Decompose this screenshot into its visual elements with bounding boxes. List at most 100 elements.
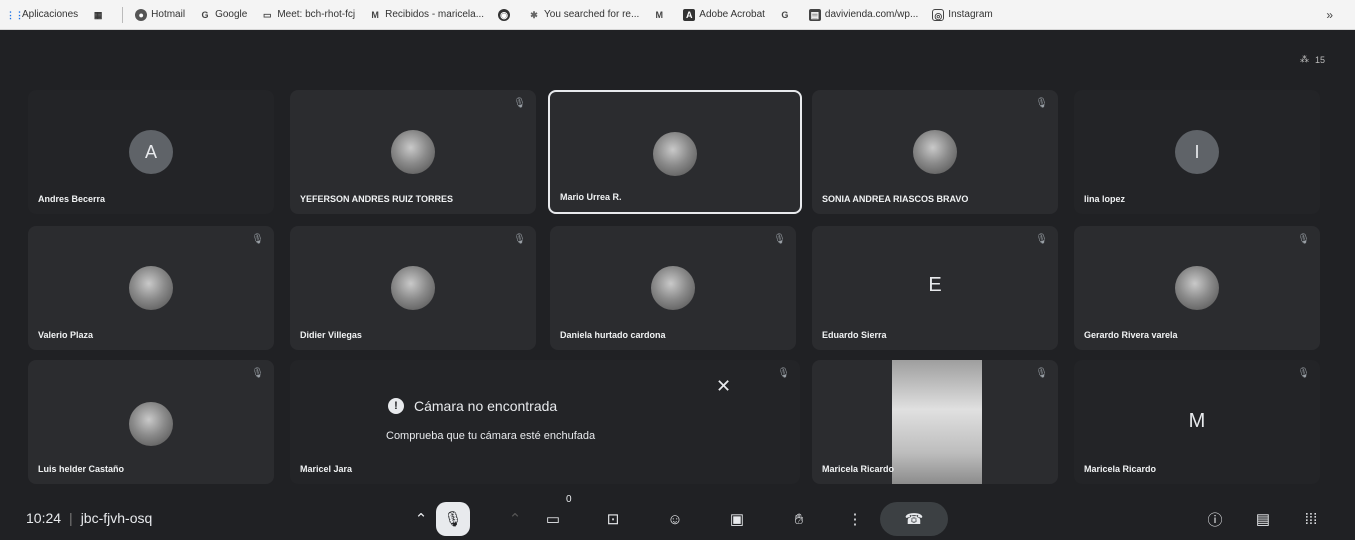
people-count: 15 — [1314, 54, 1325, 65]
globe-icon: ◉ — [498, 8, 511, 21]
participant-tile[interactable]: 🎙︎ M Maricela Ricardo — [1074, 360, 1320, 484]
avatar — [129, 266, 173, 310]
mic-off-icon: 🎙︎ — [1035, 98, 1048, 109]
bookmark-gmail-recibidos[interactable]: M Recibidos - maricela... — [369, 9, 484, 21]
divider: | — [69, 510, 73, 526]
chevron-up-icon: ⌃ — [414, 511, 428, 528]
davivienda-icon: ▤ — [808, 8, 821, 21]
mic-off-icon: 🎙︎ — [251, 368, 264, 379]
leave-call-button[interactable]: ☎︎ — [880, 502, 948, 536]
bookmark-label: Google — [215, 9, 248, 20]
bookmark-google[interactable]: G Google — [199, 9, 248, 21]
bookmark-davivienda[interactable]: ▤ davivienda.com/wp... — [808, 8, 919, 21]
bookmark-aplicaciones[interactable]: ⋮⋮ Aplicaciones — [6, 9, 78, 21]
captions-button[interactable]: ▣ — [720, 502, 754, 536]
bookmark-search-result[interactable]: ✱ You searched for re... — [528, 9, 639, 21]
participant-tile[interactable]: 🎙︎ Luis helder Castaño — [28, 360, 274, 484]
control-bar: 10:24 | jbc-fjvh-osq ⌃ 🎙︎ ⌃ ▭ 0 ⊡ ☺ ▣ ✋︎ ⋮… — [0, 494, 1355, 540]
raise-hand-button[interactable]: ✋︎ — [782, 502, 816, 536]
participant-tile[interactable]: 🎙︎ Maricela Ricardo — [812, 360, 1058, 484]
search-result-icon: ✱ — [530, 9, 538, 20]
bookmark-instagram[interactable]: ◎ Instagram — [932, 8, 993, 21]
participant-tile[interactable]: 🎙︎ SONIA ANDREA RIASCOS BRAVO — [812, 90, 1058, 214]
camera-badge: 0 — [566, 494, 572, 505]
camera-icon: ▭ — [545, 511, 561, 528]
hang-up-icon: ☎︎ — [904, 511, 924, 528]
meeting-area: ⁂ 15 A Andres Becerra 🎙︎ YEFERSON ANDRES… — [0, 30, 1355, 540]
participant-name: Maricela Ricardo — [1084, 464, 1157, 474]
bookmark-google-2[interactable]: G — [779, 9, 795, 21]
mic-off-icon: 🎙︎ — [773, 234, 786, 245]
bookmark-label: Instagram — [948, 9, 993, 20]
bookmarks-overflow-button[interactable]: » — [1326, 8, 1333, 22]
more-options-button[interactable]: ⋮ — [838, 502, 872, 536]
bookmark-hotmail[interactable]: ● Hotmail — [135, 8, 185, 21]
mic-off-icon: 🎙︎ — [251, 234, 264, 245]
people-icon: ⁂ — [1299, 54, 1309, 64]
bookmark-gmail[interactable]: M — [653, 9, 669, 21]
hand-icon: ✋︎ — [794, 510, 804, 528]
meeting-details-button[interactable]: ⓘ — [1198, 502, 1232, 536]
participant-tile[interactable]: 🎙︎ Gerardo Rivera varela — [1074, 226, 1320, 350]
bookmark-meet[interactable]: ▭ Meet: bch-rhot-fcj — [261, 9, 355, 21]
avatar-letter: M — [1188, 410, 1206, 432]
audio-options-button[interactable]: ⌃ — [404, 502, 438, 536]
camera-toggle-button[interactable]: ▭ — [536, 502, 570, 536]
bookmark-acrobat[interactable]: A Adobe Acrobat — [683, 8, 765, 21]
avatar-letter: E — [928, 274, 942, 296]
participant-name: SONIA ANDREA RIASCOS BRAVO — [822, 194, 969, 204]
participant-name: lina lopez — [1084, 194, 1126, 204]
participant-tile[interactable]: 🎙︎ Didier Villegas — [290, 226, 536, 350]
participant-name: Mario Urrea R. — [560, 192, 622, 202]
apps-grid-icon: ⁞⁞⁞ — [1304, 510, 1318, 528]
participant-name: Daniela hurtado cardona — [560, 330, 666, 340]
video-options-button[interactable]: ⌃ — [498, 502, 532, 536]
participant-name: Gerardo Rivera varela — [1084, 330, 1178, 340]
participant-tile-active[interactable]: Mario Urrea R. — [548, 90, 802, 214]
bookmark-grid[interactable]: ▦ — [92, 9, 108, 21]
bookmark-globe[interactable]: ◉ — [498, 8, 514, 21]
bookmark-label: davivienda.com/wp... — [824, 9, 919, 20]
bookmarks-bar: ⋮⋮ Aplicaciones ▦ ● Hotmail G Google ▭ M… — [0, 0, 1355, 30]
avatar: I — [1175, 130, 1219, 174]
google-icon: G — [781, 9, 789, 20]
avatar — [651, 266, 695, 310]
reactions-button[interactable]: ☺ — [658, 502, 692, 536]
participant-name: YEFERSON ANDRES RUIZ TORRES — [300, 194, 454, 204]
mic-off-icon: 🎙︎ — [1035, 368, 1048, 379]
present-screen-button[interactable]: ⊡ — [596, 502, 630, 536]
toast-title: Cámara no encontrada — [414, 398, 558, 414]
avatar — [391, 130, 435, 174]
participant-tile[interactable]: 🎙︎ Daniela hurtado cardona — [550, 226, 796, 350]
chevron-up-icon: ⌃ — [508, 511, 522, 528]
camera-not-found-toast: ! Cámara no encontrada Comprueba que tu … — [380, 370, 740, 450]
participant-name: Maricela Ricardo — [822, 464, 895, 474]
participants-indicator[interactable]: ⁂ 15 — [1300, 54, 1325, 65]
chat-icon: ▤ — [1255, 511, 1271, 528]
participant-tile[interactable]: 🎙︎ YEFERSON ANDRES RUIZ TORRES — [290, 90, 536, 214]
avatar — [129, 402, 173, 446]
bookmark-label: Meet: bch-rhot-fcj — [277, 9, 356, 20]
participant-tile[interactable]: A Andres Becerra — [28, 90, 274, 214]
captions-icon: ▣ — [729, 511, 745, 528]
microphone-toggle-button[interactable]: 🎙︎ — [436, 502, 470, 536]
clock-time: 10:24 — [26, 510, 62, 526]
mic-off-icon: 🎙︎ — [513, 98, 526, 109]
chat-button[interactable]: ▤ — [1246, 502, 1280, 536]
info-icon: ⓘ — [1207, 511, 1223, 529]
activities-button[interactable]: ⁞⁞⁞ — [1294, 502, 1328, 536]
avatar — [1175, 266, 1219, 310]
participant-tile[interactable]: 🎙︎ Valerio Plaza — [28, 226, 274, 350]
close-icon[interactable]: ✕ — [716, 376, 731, 397]
participant-tile[interactable]: 🎙︎ E Eduardo Sierra — [812, 226, 1058, 350]
participant-name: Andres Becerra — [38, 194, 106, 204]
participant-name: Didier Villegas — [300, 330, 362, 340]
toast-subtitle: Comprueba que tu cámara esté enchufada — [386, 430, 596, 442]
hotmail-icon: ● — [135, 8, 148, 21]
mic-off-icon: 🎙︎ — [1297, 368, 1310, 379]
participant-tile[interactable]: I lina lopez — [1074, 90, 1320, 214]
mic-off-icon: 🎙︎ — [777, 368, 790, 379]
more-vert-icon: ⋮ — [847, 511, 863, 528]
emoji-icon: ☺ — [667, 510, 683, 528]
meeting-code: jbc-fjvh-osq — [80, 510, 153, 526]
